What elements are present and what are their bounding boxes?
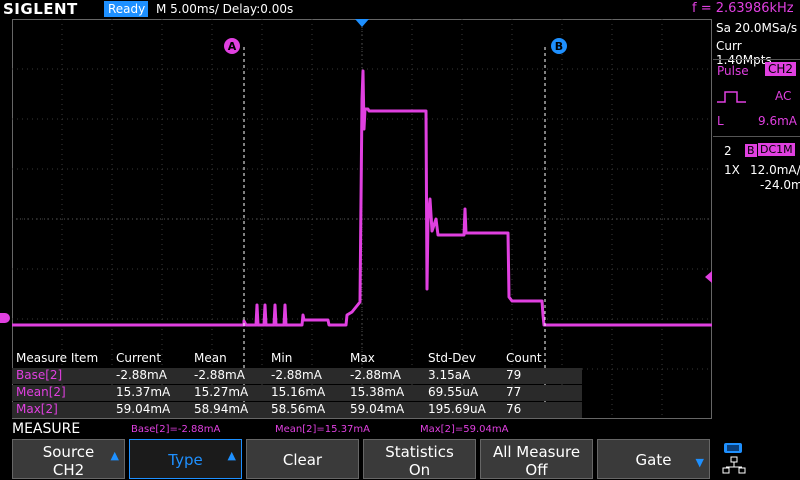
- waveform-path: [12, 69, 712, 327]
- arrow-down-icon: ▼: [695, 456, 704, 469]
- arrow-up-icon: ▲: [227, 449, 236, 462]
- pulse-trigger-icon: [717, 91, 746, 103]
- gate-softkey[interactable]: Gate ▼: [597, 439, 710, 479]
- ch2-waveform-trace: [12, 69, 712, 327]
- col-header: Measure Item: [16, 351, 99, 365]
- trigger-level-label: L: [717, 114, 724, 128]
- measure-item: Mean[2]: [16, 385, 66, 399]
- sample-rate: Sa 20.0MSa/s: [716, 21, 798, 35]
- status-base: Base[2]=-2.88mA: [131, 424, 221, 435]
- softkey-label: Gate: [635, 451, 672, 469]
- stddev-value: 69.55uA: [428, 385, 479, 399]
- timebase-readout: M 5.00ms/ Delay:0.00s: [156, 2, 294, 16]
- col-header: Current: [116, 351, 162, 365]
- min-value: 58.56mA: [271, 402, 326, 416]
- max-value: 59.04mA: [350, 402, 405, 416]
- softkey-label: Source: [42, 443, 95, 461]
- trigger-coupling: AC: [775, 89, 792, 103]
- count-value: 79: [506, 368, 522, 382]
- trigger-position-marker-icon[interactable]: [355, 19, 369, 27]
- stddev-value: 195.69uA: [428, 402, 486, 416]
- trigger-level-marker-icon[interactable]: [705, 271, 712, 283]
- table-row[interactable]: Max[2] 59.04mA 58.94mA 58.56mA 59.04mA 1…: [12, 402, 582, 418]
- min-value: 15.16mA: [271, 385, 326, 399]
- brand-logo: SIGLENT: [3, 0, 78, 18]
- status-max: Max[2]=59.04mA: [420, 424, 509, 435]
- current-value: -2.88mA: [116, 368, 167, 382]
- cursor-a-label: A: [228, 40, 237, 53]
- max-value: -2.88mA: [350, 368, 401, 382]
- softkey-label: All Measure: [492, 443, 581, 461]
- measure-item: Base[2]: [16, 368, 63, 382]
- probe-attenuation: 1X: [724, 163, 740, 177]
- clear-softkey[interactable]: Clear: [246, 439, 359, 479]
- current-value: 59.04mA: [116, 402, 171, 416]
- mean-value: -2.88mA: [194, 368, 245, 382]
- max-value: 15.38mA: [350, 385, 405, 399]
- stddev-value: 3.15aA: [428, 368, 471, 382]
- current-value: 15.37mA: [116, 385, 171, 399]
- vertical-scale: 12.0mA/: [750, 163, 800, 177]
- softkey-value: CH2: [52, 461, 85, 479]
- mean-value: 15.27mA: [194, 385, 249, 399]
- usb-network-icon: [722, 443, 746, 474]
- arrow-up-icon: ▲: [110, 449, 119, 462]
- menu-title: MEASURE: [12, 421, 81, 437]
- bandwidth-limit-badge: B: [745, 144, 757, 157]
- measure-table-header: Measure Item Current Mean Min Max Std-De…: [12, 351, 582, 367]
- measure-item: Max[2]: [16, 402, 58, 416]
- col-header: Mean: [194, 351, 227, 365]
- status-mean: Mean[2]=15.37mA: [275, 424, 370, 435]
- trigger-level-value: 9.6mA: [758, 114, 797, 128]
- channel-coupling-badge: DC1M: [758, 143, 795, 156]
- softkey-label: Clear: [282, 451, 323, 469]
- statistics-softkey[interactable]: Statistics On: [363, 439, 476, 479]
- col-header: Min: [271, 351, 293, 365]
- vertical-offset: -24.0mA: [760, 178, 800, 192]
- all-measure-softkey[interactable]: All Measure Off: [480, 439, 593, 479]
- softkey-value: Off: [525, 461, 548, 479]
- cursor-b-label: B: [555, 40, 563, 53]
- type-softkey[interactable]: Type ▲: [129, 439, 242, 479]
- frequency-counter: f = 2.63986kHz: [692, 1, 794, 16]
- channel-number: 2: [724, 144, 732, 158]
- col-header: Std-Dev: [428, 351, 476, 365]
- count-value: 77: [506, 385, 522, 399]
- ch2-ground-marker-icon[interactable]: [0, 313, 10, 323]
- count-value: 76: [506, 402, 522, 416]
- trigger-type: Pulse: [717, 64, 749, 78]
- mean-value: 58.94mA: [194, 402, 249, 416]
- softkey-label: Type: [168, 451, 203, 469]
- table-row[interactable]: Base[2] -2.88mA -2.88mA -2.88mA -2.88mA …: [12, 368, 582, 384]
- run-status-badge: Ready: [104, 1, 148, 17]
- table-row[interactable]: Mean[2] 15.37mA 15.27mA 15.16mA 15.38mA …: [12, 385, 582, 401]
- trigger-source-badge: CH2: [765, 62, 797, 76]
- softkey-label: Statistics: [385, 443, 454, 461]
- min-value: -2.88mA: [271, 368, 322, 382]
- col-header: Max: [350, 351, 375, 365]
- source-softkey[interactable]: Source CH2 ▲: [12, 439, 125, 479]
- softkey-value: On: [408, 461, 431, 479]
- col-header: Count: [506, 351, 542, 365]
